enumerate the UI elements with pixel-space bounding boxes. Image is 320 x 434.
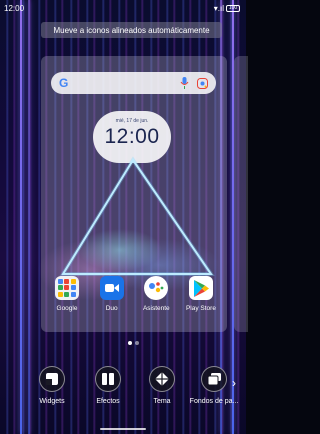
home-edit-options: Widgets Efectos Tema Fondos de pa... xyxy=(0,366,246,416)
theme-option[interactable]: Tema xyxy=(136,366,188,405)
assistant-icon xyxy=(144,276,169,300)
app-label: Google xyxy=(56,305,78,312)
home-screen-preview[interactable]: G mié, 17 de jun. 12:00 Google Duo Asist… xyxy=(41,56,227,332)
gesture-nav-bar[interactable] xyxy=(100,428,146,430)
google-logo: G xyxy=(59,76,69,90)
app-label: Duo xyxy=(105,305,118,312)
clock-time: 12:00 xyxy=(104,125,160,148)
option-label: Fondos de pa... xyxy=(189,398,239,405)
widgets-icon xyxy=(39,366,65,392)
option-label: Widgets xyxy=(39,398,65,405)
google-folder-icon xyxy=(55,276,79,300)
app-duo[interactable]: Duo xyxy=(92,276,132,312)
google-search-bar[interactable]: G xyxy=(51,72,216,94)
status-time: 12:00 xyxy=(4,3,25,13)
page-dot-active[interactable] xyxy=(128,341,132,345)
play-store-icon xyxy=(188,276,213,300)
option-label: Tema xyxy=(153,398,171,405)
wallpapers-icon xyxy=(201,366,227,392)
status-bar: 12:00 ▾.ıl 100 xyxy=(0,0,246,16)
auto-align-hint-text: Mueve a iconos alineados automáticamente xyxy=(53,25,210,35)
status-icons: ▾.ıl 100 xyxy=(214,4,240,13)
clock-date: mié, 17 de jun. xyxy=(115,118,149,124)
page-indicator xyxy=(128,341,139,345)
app-dock: Google Duo Asistente Play Store xyxy=(41,276,227,312)
effects-option[interactable]: Efectos xyxy=(82,366,134,405)
duo-icon xyxy=(99,276,124,300)
app-label: Play Store xyxy=(185,305,216,312)
app-assistant[interactable]: Asistente xyxy=(136,276,176,312)
widgets-option[interactable]: Widgets xyxy=(26,366,78,405)
wallpaper-triangle xyxy=(59,156,215,276)
battery-icon: 100 xyxy=(226,4,240,12)
auto-align-hint[interactable]: Mueve a iconos alineados automáticamente xyxy=(41,22,222,38)
app-label: Asistente xyxy=(142,305,170,312)
chevron-right-icon[interactable]: › xyxy=(232,376,236,390)
option-label: Efectos xyxy=(96,398,120,405)
page-dot[interactable] xyxy=(135,341,139,345)
effects-icon xyxy=(95,366,121,392)
mic-icon[interactable] xyxy=(180,77,189,89)
app-play-store[interactable]: Play Store xyxy=(181,276,221,312)
signal-icon: ▾.ıl xyxy=(213,3,224,13)
theme-icon xyxy=(149,366,175,392)
lens-icon[interactable] xyxy=(197,77,208,89)
next-page-preview[interactable] xyxy=(234,56,248,332)
app-google[interactable]: Google xyxy=(47,276,87,312)
